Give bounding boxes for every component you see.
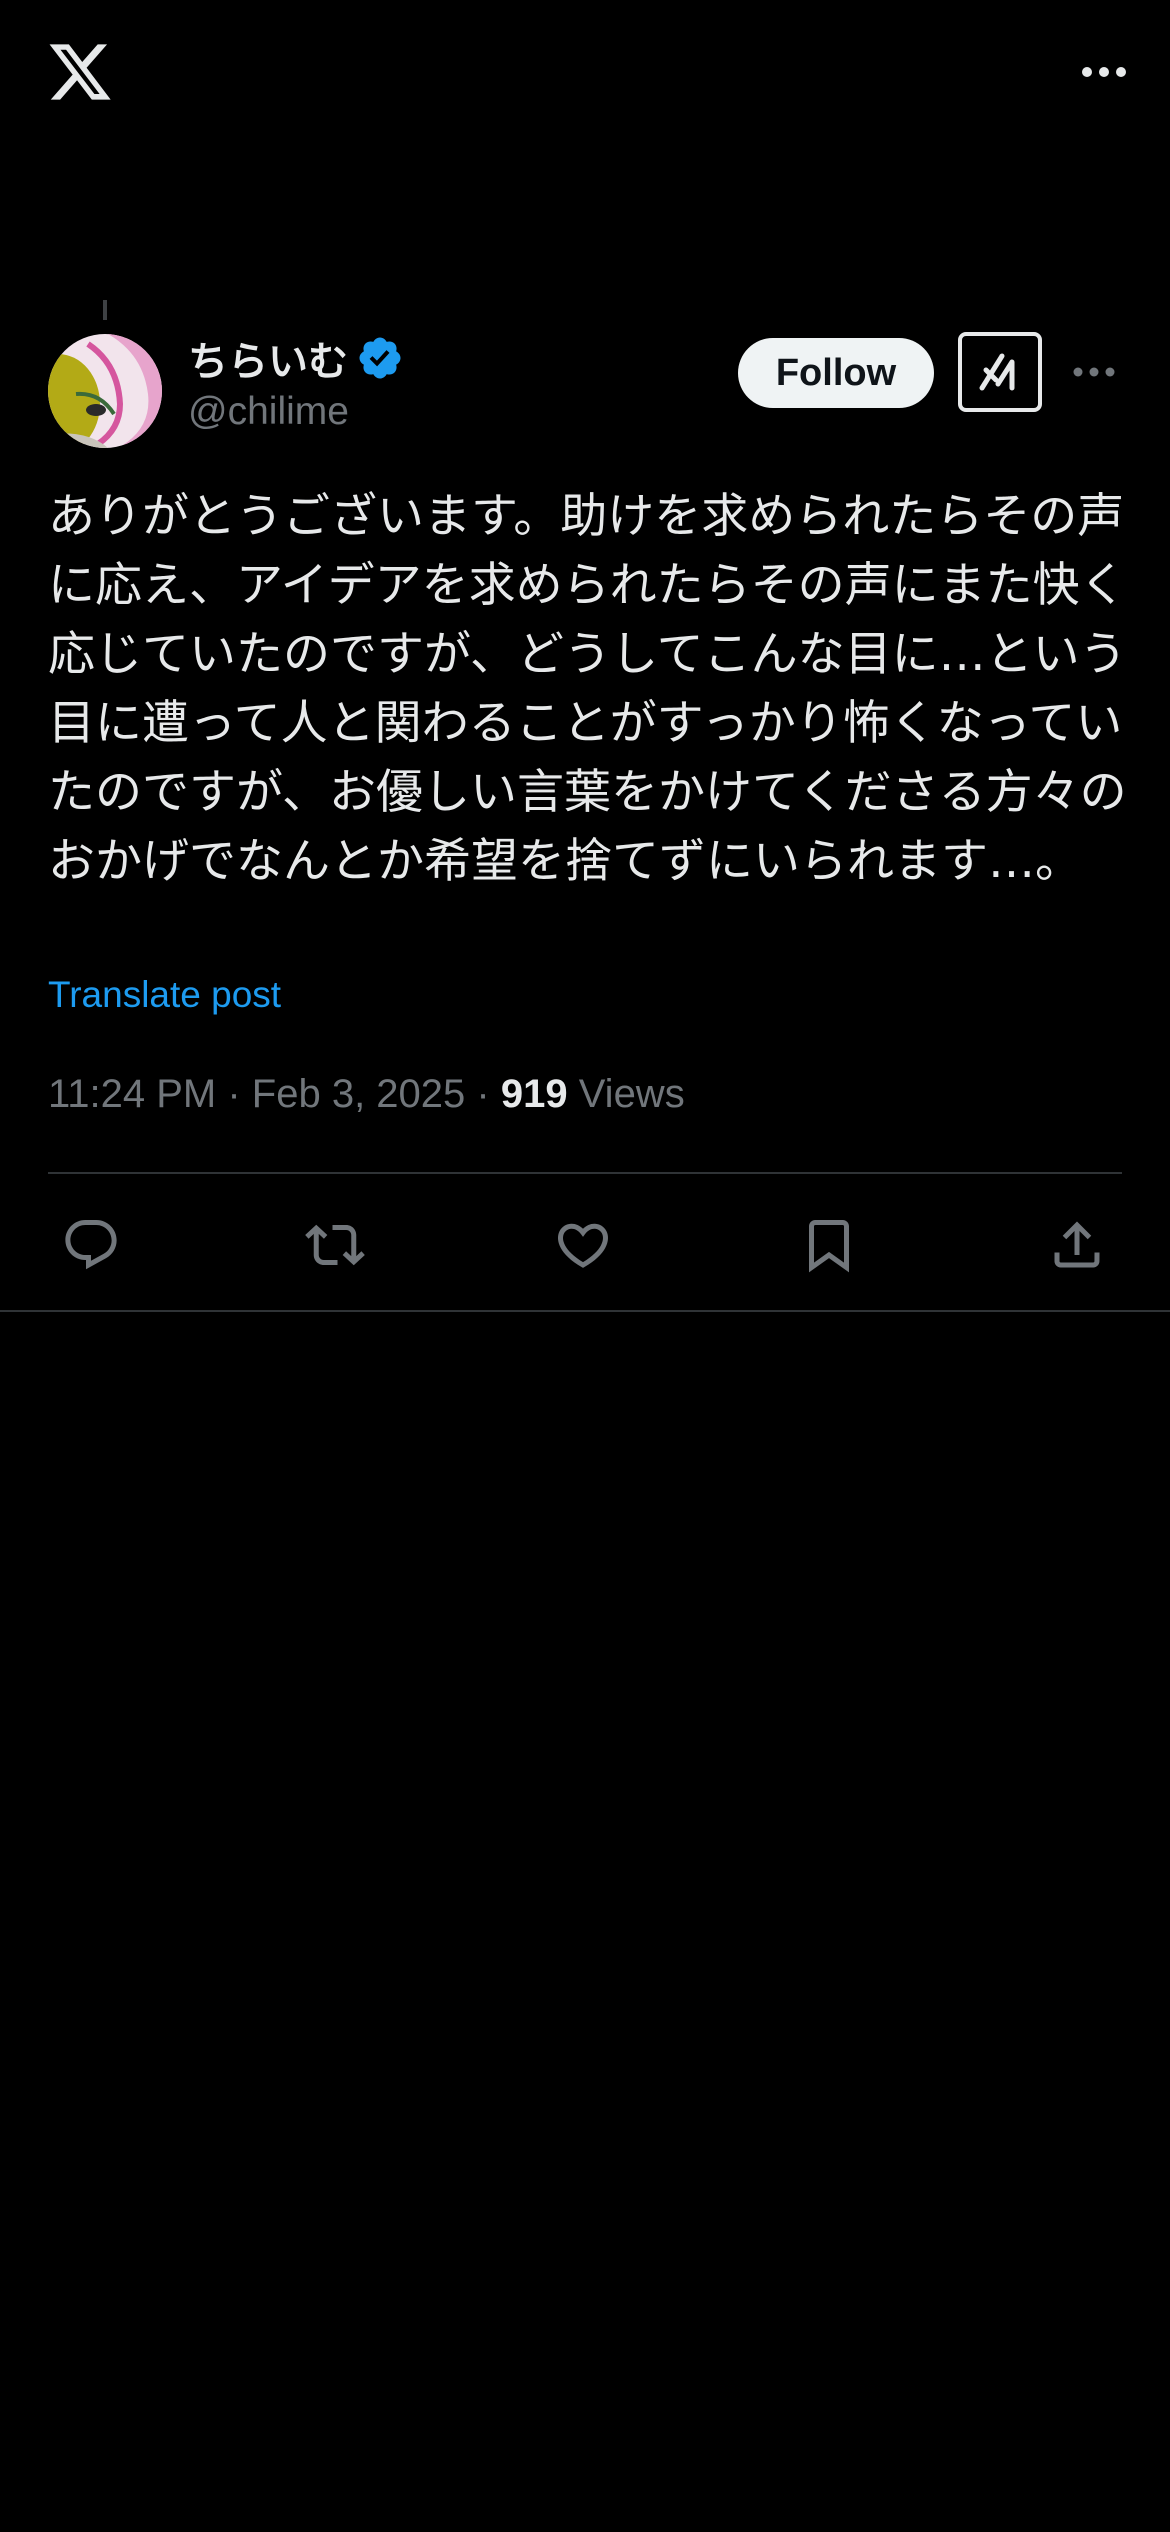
repost-icon[interactable] <box>302 1212 368 1278</box>
bookmark-icon[interactable] <box>796 1212 862 1278</box>
author-display-name[interactable]: ちらいむ <box>188 329 348 387</box>
x-logo-icon[interactable] <box>44 38 116 106</box>
post-meta: 11:24 PM · Feb 3, 2025 · 919 Views <box>48 1072 685 1116</box>
thread-connector <box>103 300 107 320</box>
author-handle[interactable]: @chilime <box>188 390 404 434</box>
grok-icon[interactable] <box>958 332 1042 412</box>
post-action-bar <box>48 1200 1122 1290</box>
divider <box>48 1172 1122 1174</box>
views-label: Views <box>578 1072 685 1116</box>
avatar[interactable] <box>48 334 162 448</box>
post-text: ありがとうございます。助けを求められたらその声に応え、アイデアを求められたらその… <box>48 489 1127 889</box>
like-icon[interactable] <box>550 1212 616 1278</box>
post-date[interactable]: Feb 3, 2025 <box>252 1072 466 1116</box>
divider <box>0 1310 1170 1312</box>
post-author-row: ちらいむ @chilime Follow <box>48 330 1128 450</box>
post-more-icon[interactable] <box>1068 350 1120 394</box>
share-icon[interactable] <box>1044 1212 1110 1278</box>
translate-post-link[interactable]: Translate post <box>48 974 281 1016</box>
post-time[interactable]: 11:24 PM <box>48 1072 216 1116</box>
top-bar <box>0 0 1170 150</box>
reply-icon[interactable] <box>58 1212 124 1278</box>
follow-button[interactable]: Follow <box>738 338 934 408</box>
views-count: 919 <box>500 1072 568 1116</box>
verified-badge-icon[interactable] <box>356 334 404 382</box>
author-name-block: ちらいむ @chilime <box>188 330 404 434</box>
more-icon[interactable] <box>1074 50 1134 94</box>
